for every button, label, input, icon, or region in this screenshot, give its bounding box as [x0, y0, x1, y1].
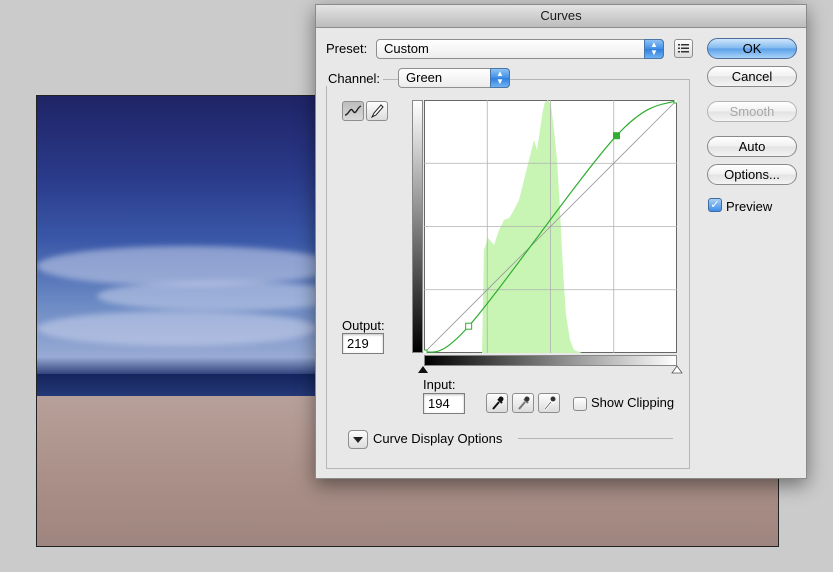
dialog-title: Curves [316, 5, 806, 28]
curve-tool-icon [344, 105, 362, 116]
black-eyedropper-icon [492, 396, 504, 410]
black-point-slider-icon[interactable] [417, 365, 429, 375]
output-gradient-bar [412, 100, 423, 353]
preset-label: Preset: [326, 41, 368, 56]
preview-label: Preview [726, 199, 773, 214]
pencil-tool-icon [370, 104, 384, 119]
white-point-slider-icon[interactable] [671, 365, 683, 375]
white-eyedropper-icon [544, 396, 556, 410]
preview-checkbox[interactable]: ✓ [708, 198, 722, 212]
channel-label: Channel: [325, 71, 384, 86]
cancel-button[interactable]: Cancel [707, 66, 797, 87]
curve-control-point[interactable] [424, 349, 428, 353]
channel-select[interactable]: Green ▲ ▼ [398, 68, 510, 88]
ok-button[interactable]: OK [707, 38, 797, 59]
disclosure-triangle-icon [353, 437, 363, 443]
white-eyedropper-button[interactable] [538, 393, 560, 413]
smooth-button[interactable]: Smooth [707, 101, 797, 122]
input-label: Input: [423, 377, 456, 392]
curve-control-point[interactable] [612, 132, 620, 140]
preset-value: Custom [384, 41, 429, 56]
curve-display-options-label: Curve Display Options [373, 431, 503, 446]
auto-button[interactable]: Auto [707, 136, 797, 157]
preset-options-button[interactable] [674, 39, 693, 58]
curve-graph[interactable] [424, 100, 677, 353]
popup-arrows-icon: ▲ ▼ [490, 68, 510, 88]
curve-display-options-toggle[interactable] [348, 430, 368, 449]
divider [518, 438, 673, 439]
curves-dialog: Curves Preset: Custom ▲ ▼ Channel: Green … [315, 4, 807, 479]
output-label: Output: [342, 318, 385, 333]
gray-eyedropper-icon [518, 396, 530, 410]
curve-tool-button[interactable] [342, 101, 364, 121]
output-field[interactable]: 219 [342, 333, 384, 354]
input-field[interactable]: 194 [423, 393, 465, 414]
curve-control-point[interactable] [673, 100, 677, 104]
input-gradient-bar [424, 355, 677, 366]
curve-control-point[interactable] [465, 322, 473, 330]
popup-arrows-icon: ▲ ▼ [644, 39, 664, 59]
show-clipping-checkbox[interactable] [573, 397, 587, 411]
preset-options-icon [678, 44, 689, 53]
black-eyedropper-button[interactable] [486, 393, 508, 413]
pencil-tool-button[interactable] [366, 101, 388, 121]
options-button[interactable]: Options... [707, 164, 797, 185]
show-clipping-label: Show Clipping [591, 395, 675, 410]
preset-select[interactable]: Custom ▲ ▼ [376, 39, 664, 59]
channel-value: Green [406, 70, 443, 85]
gray-eyedropper-button[interactable] [512, 393, 534, 413]
